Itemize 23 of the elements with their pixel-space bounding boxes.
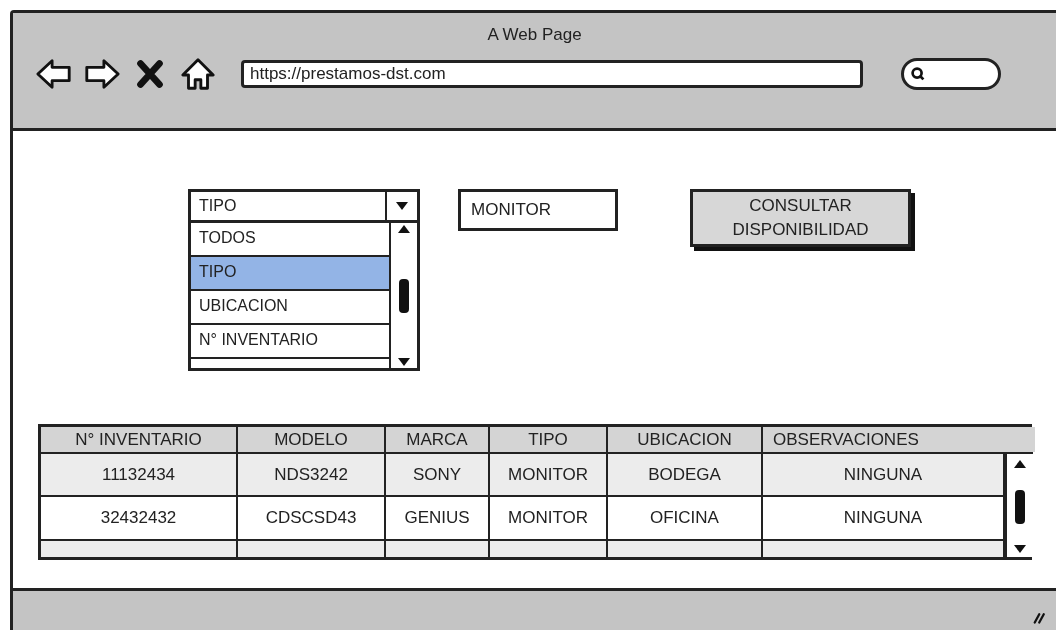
column-header: MODELO [238,427,386,452]
scroll-thumb[interactable] [399,278,409,313]
table-cell: NDS3242 [238,452,386,495]
column-header: OBSERVACIONES [763,427,1035,452]
table-cell: 11132434 [41,452,238,495]
column-header: N° INVENTARIO [41,427,238,452]
column-header: MARCA [386,427,490,452]
table-cell: NINGUNA [763,452,1005,495]
search-field[interactable] [901,58,1001,90]
window-title: A Web Page [487,25,582,45]
column-header: TIPO [490,427,608,452]
home-icon[interactable] [179,55,217,93]
dropdown-option[interactable]: TIPO [191,257,389,291]
column-header: UBICACION [608,427,763,452]
table-cell: BODEGA [608,452,763,495]
scroll-thumb[interactable] [1015,489,1025,524]
filter-value-field[interactable]: MONITOR [458,189,618,231]
address-field[interactable]: https://prestamos-dst.com [241,60,863,88]
table-cell: SONY [386,452,490,495]
search-icon [909,65,927,83]
table-cell: MONITOR [490,452,608,495]
scrollbar[interactable] [1005,452,1033,557]
filter-dropdown[interactable]: TIPO [188,189,420,223]
